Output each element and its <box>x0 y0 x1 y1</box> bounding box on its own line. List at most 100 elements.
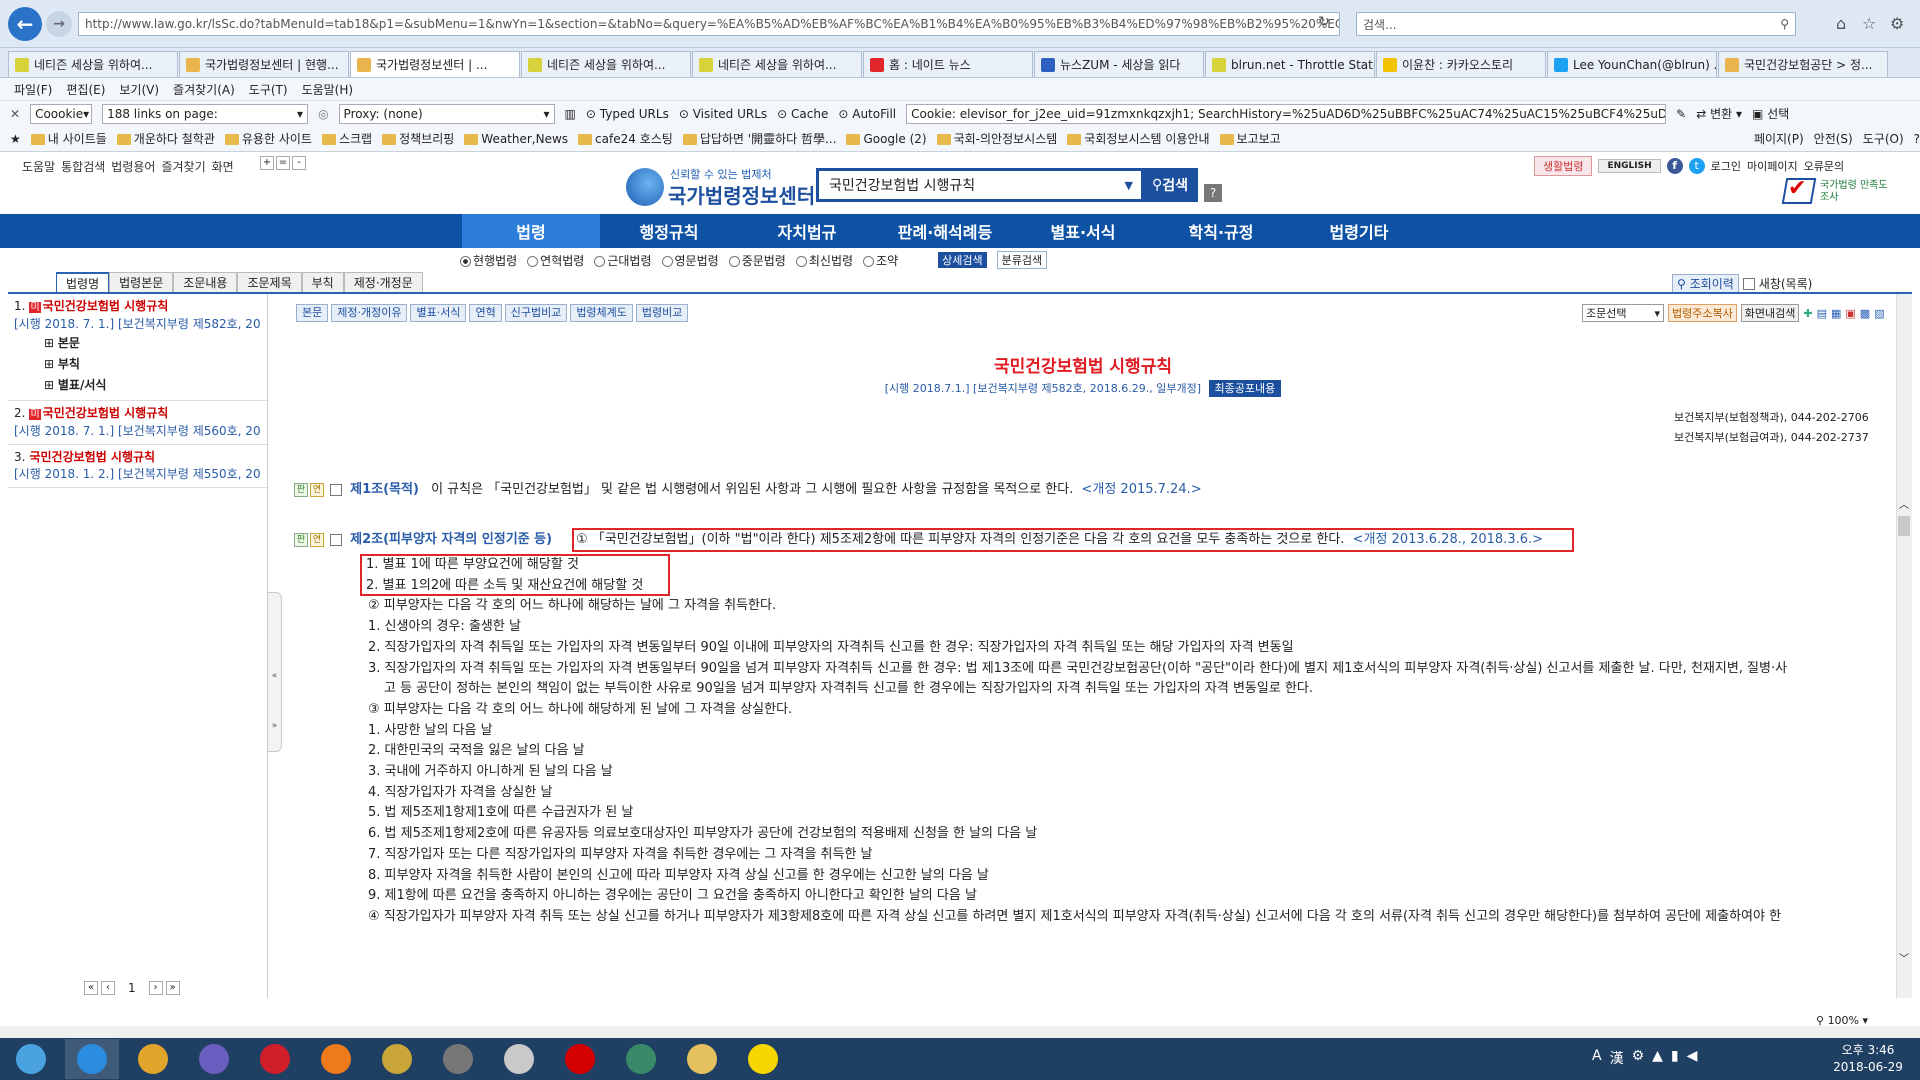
util-link[interactable]: 도움말 <box>22 160 55 174</box>
browser-tab[interactable]: 국가법령정보센터 | 현행... <box>179 51 349 77</box>
favorite-item[interactable]: 국회정보시스템 이용안내 <box>1067 130 1210 147</box>
edit-icon[interactable]: ✎ <box>1676 107 1686 121</box>
browser-tab[interactable]: 네티즌 세상을 위하여... <box>521 51 691 77</box>
result-tab[interactable]: 법령명 <box>56 272 110 292</box>
search-option-radio[interactable]: 현행법령 <box>460 252 517 269</box>
taskbar-app-s-icon[interactable] <box>187 1039 241 1079</box>
taskbar-ie-icon[interactable] <box>65 1039 119 1079</box>
survey-banner[interactable]: ✔ 국가법령 만족도 조사 <box>1780 174 1890 212</box>
tree-node[interactable]: ⊞ 본문 <box>44 333 261 354</box>
pagination-prev[interactable]: ‹ <box>101 981 115 995</box>
history-mark-icon[interactable]: 연 <box>310 482 324 497</box>
result-tab[interactable]: 조문내용 <box>173 272 238 292</box>
tree-node[interactable]: ⊞ 별표/서식 <box>44 375 261 396</box>
life-law-button[interactable]: 생활법령 <box>1534 156 1593 176</box>
result-item[interactable]: 3. 국민건강보험법 시행규칙 [시행 2018. 1. 2.] [보건복지부령 제… <box>8 445 267 488</box>
pagination-first[interactable]: « <box>84 981 98 995</box>
search-option-radio[interactable]: 중문법령 <box>728 252 786 269</box>
browser-tab[interactable]: 네티즌 세상을 위하여... <box>692 51 862 77</box>
settings-gear-icon[interactable]: ⚙ <box>1890 14 1904 33</box>
menu-item[interactable]: 보기(V) <box>119 81 159 98</box>
browser-tab[interactable]: 이윤찬 : 카카오스토리 <box>1376 51 1546 77</box>
favorites-star-icon[interactable]: ★ <box>10 132 21 146</box>
twitter-icon[interactable]: t <box>1688 158 1705 174</box>
search-dropdown-chevron-icon[interactable]: ▼ <box>1125 179 1133 192</box>
favorite-item[interactable]: 정책브리핑 <box>382 130 454 147</box>
convert-button[interactable]: ⇄ 변환 ▾ <box>1696 105 1742 122</box>
favorite-item[interactable]: 개운하다 철학관 <box>116 130 215 147</box>
pagination-last[interactable]: » <box>165 981 180 995</box>
links-dropdown[interactable]: 188 links on page: ▾ <box>102 103 309 124</box>
clock[interactable]: 오후 3:46 2018-06-29 <box>1820 1042 1916 1076</box>
scroll-thumb[interactable] <box>1898 516 1910 536</box>
close-toolbar-icon[interactable]: ✕ <box>10 107 20 121</box>
content-button[interactable]: 제정·개정이유 <box>331 304 408 322</box>
volume-icon[interactable]: ◀ <box>1687 1048 1698 1068</box>
book-icon[interactable]: ▥ <box>565 107 576 121</box>
law-search-input[interactable]: 국민건강보험법 시행규칙 ▼ <box>816 168 1144 202</box>
main-nav-item[interactable]: 학칙·규정 <box>1152 214 1290 248</box>
favorite-item[interactable]: 국회-의안정보시스템 <box>936 130 1057 147</box>
font-size-button[interactable]: = <box>276 156 290 170</box>
command-bar-item[interactable]: 페이지(P) <box>1754 130 1804 147</box>
browser-tab[interactable]: 네티즌 세상을 위하여... <box>8 51 178 77</box>
font-size-button[interactable]: + <box>260 156 274 170</box>
add-icon[interactable]: ✚ <box>1803 307 1812 320</box>
latest-promulgation-button[interactable]: 최종공포내용 <box>1208 380 1282 397</box>
lang-indicator-icon[interactable]: A <box>1592 1048 1602 1068</box>
taskbar-record-icon[interactable] <box>553 1039 607 1079</box>
pdf-icon[interactable]: ▣ <box>1845 307 1855 320</box>
select-button[interactable]: ▣ 선택 <box>1752 105 1789 122</box>
main-nav-item[interactable]: 별표·서식 <box>1014 214 1152 248</box>
browser-tab[interactable]: Lee YounChan(@blrun) ... <box>1547 51 1717 77</box>
help-circle-icon[interactable]: ? <box>1914 132 1920 146</box>
main-nav-item[interactable]: 행정규칙 <box>600 214 738 248</box>
article-2-checkbox[interactable] <box>330 533 342 546</box>
article-1-checkbox[interactable] <box>330 483 342 496</box>
search-option-radio[interactable]: 근대법령 <box>594 252 652 269</box>
browser-tab[interactable]: 국민건강보험공단 > 정... <box>1718 51 1888 77</box>
command-bar-item[interactable]: 안전(S) <box>1814 130 1853 147</box>
export-icon[interactable]: ▧ <box>1874 307 1884 320</box>
favorite-item[interactable]: cafe24 호스팅 <box>578 130 673 147</box>
favorite-item[interactable]: 답답하면 '開靈하다 哲學... <box>682 130 836 147</box>
taskbar-opera-icon[interactable] <box>248 1039 302 1079</box>
content-scrollbar[interactable]: ︿ ﹀ <box>1896 294 1912 998</box>
home-icon[interactable]: ⌂ <box>1836 14 1846 33</box>
menu-item[interactable]: 도구(T) <box>249 81 288 98</box>
search-option-radio[interactable]: 최신법령 <box>795 252 853 269</box>
taskbar-book-icon[interactable] <box>431 1039 485 1079</box>
result-item[interactable]: 1. 미 국민건강보험법 시행규칙 [시행 2018. 7. 1.] [보건복지부령 … <box>8 294 267 401</box>
history-button[interactable]: ⚲ 조회이력 <box>1672 274 1739 293</box>
browser-tab[interactable]: 뉴스ZUM - 세상을 읽다 <box>1034 51 1204 77</box>
law-search-button[interactable]: ⚲ 검색 <box>1142 168 1198 202</box>
main-nav-item[interactable]: 판례·해석례등 <box>876 214 1014 248</box>
expand-plus-icon[interactable]: ⊞ <box>44 357 58 371</box>
error-report-link[interactable]: 오류문의 <box>1804 158 1844 174</box>
menu-item[interactable]: 파일(F) <box>14 81 52 98</box>
save-icon[interactable]: ▩ <box>1860 307 1870 320</box>
pagination-next[interactable]: › <box>148 981 163 995</box>
browser-tab[interactable]: 홈 : 네이트 뉴스 <box>863 51 1033 77</box>
content-button[interactable]: 법령체계도 <box>570 304 633 322</box>
back-button[interactable]: ← <box>8 7 42 41</box>
print-icon[interactable]: ▤ <box>1817 307 1827 320</box>
content-button[interactable]: 본문 <box>296 304 329 322</box>
article-mark-icon[interactable]: 판 <box>294 482 308 497</box>
result-tab[interactable]: 부칙 <box>301 272 344 292</box>
settings-tray-icon[interactable]: ⚙ <box>1632 1048 1645 1068</box>
copy-address-button[interactable]: 법령주소복사 <box>1668 304 1737 322</box>
main-nav-item[interactable]: 법령 <box>462 214 600 248</box>
result-item[interactable]: 2. 미 국민건강보험법 시행규칙 [시행 2018. 7. 1.] [보건복지부령 … <box>8 401 267 445</box>
search-option-radio[interactable]: 연혁법령 <box>527 252 584 269</box>
util-link[interactable]: 통합검색 <box>61 160 105 174</box>
scroll-down-icon[interactable]: ﹀ <box>1899 950 1909 965</box>
tray-expand-icon[interactable]: ▲ <box>1652 1048 1663 1068</box>
expand-plus-icon[interactable]: ⊞ <box>44 336 58 350</box>
refresh-icon[interactable]: ↻ <box>1318 14 1330 30</box>
search-option-radio[interactable]: 조약 <box>863 252 898 269</box>
hanja-icon[interactable]: 漢 <box>1610 1048 1624 1068</box>
browser-tab[interactable]: 국가법령정보센터 | ... <box>350 51 520 77</box>
forward-button[interactable]: → <box>46 11 72 37</box>
search-box[interactable]: 검색... ⚲ <box>1356 12 1796 36</box>
